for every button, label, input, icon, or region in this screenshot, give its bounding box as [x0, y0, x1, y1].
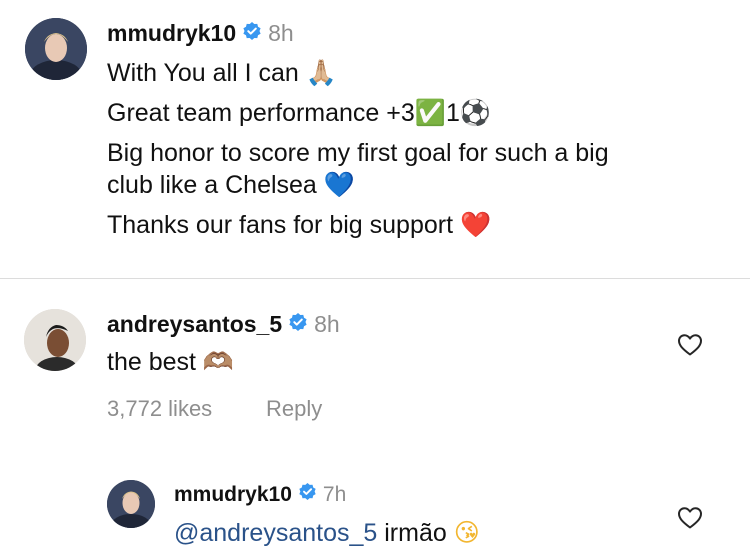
blue-heart-emoji: 💙	[323, 170, 355, 199]
red-heart-emoji: ❤️	[459, 210, 492, 239]
heart-outline-icon[interactable]	[677, 506, 703, 535]
comment-likes[interactable]: 3,772 likes	[107, 396, 212, 422]
mention-link[interactable]: @andreysantos_5	[174, 519, 377, 547]
post-line-1-text: With You all I can	[107, 59, 299, 87]
post-line-3: Big honor to score my first goal for suc…	[107, 139, 609, 167]
avatar-andreysantos[interactable]	[24, 309, 86, 371]
reply-text-line: @andreysantos_5 irmão 😘	[174, 518, 480, 548]
comment-text-line: the best 🫶🏽	[107, 347, 234, 377]
comment-username[interactable]: andreysantos_5	[107, 311, 282, 338]
post-line-5-text: Thanks our fans for big support	[107, 211, 454, 239]
heart-hands-emoji: 🫶🏽	[202, 347, 235, 376]
reply-button[interactable]: Reply	[266, 396, 322, 422]
post-line-4-text: club like a Chelsea	[107, 171, 317, 199]
reply-text: irmão	[384, 519, 447, 547]
post-line-2: Great team performance +3✅1⚽	[107, 98, 491, 128]
reply-username[interactable]: mmudryk10	[174, 483, 292, 507]
kiss-emoji: 😘	[453, 518, 480, 547]
post-username[interactable]: mmudryk10	[107, 20, 236, 47]
comment-meta: andreysantos_5 8h	[107, 311, 340, 338]
post-line-5: Thanks our fans for big support ❤️	[107, 210, 491, 240]
verified-badge-icon	[288, 311, 308, 338]
heart-outline-icon[interactable]	[677, 333, 703, 362]
comment-time: 8h	[314, 311, 340, 337]
divider	[0, 278, 750, 279]
post-line-1: With You all I can 🙏🏼	[107, 58, 337, 88]
post-line-4: club like a Chelsea 💙	[107, 170, 355, 200]
verified-badge-icon	[242, 20, 262, 47]
post-line-2-after: 1	[445, 99, 460, 127]
checkmark-emoji: ✅	[414, 98, 446, 127]
comment-text: the best	[107, 348, 196, 376]
verified-badge-icon	[298, 482, 317, 507]
post-meta: mmudryk10 8h	[107, 20, 294, 47]
soccer-ball-emoji: ⚽	[459, 98, 491, 127]
post-time: 8h	[268, 20, 294, 46]
reply-meta: mmudryk10 7h	[174, 482, 346, 507]
post-line-2-text: Great team performance +3	[107, 99, 415, 127]
reply-time: 7h	[322, 482, 347, 506]
pray-emoji: 🙏🏼	[305, 58, 337, 87]
avatar-mmudryk10[interactable]	[25, 18, 87, 80]
avatar-mmudryk10-reply[interactable]	[107, 480, 155, 528]
